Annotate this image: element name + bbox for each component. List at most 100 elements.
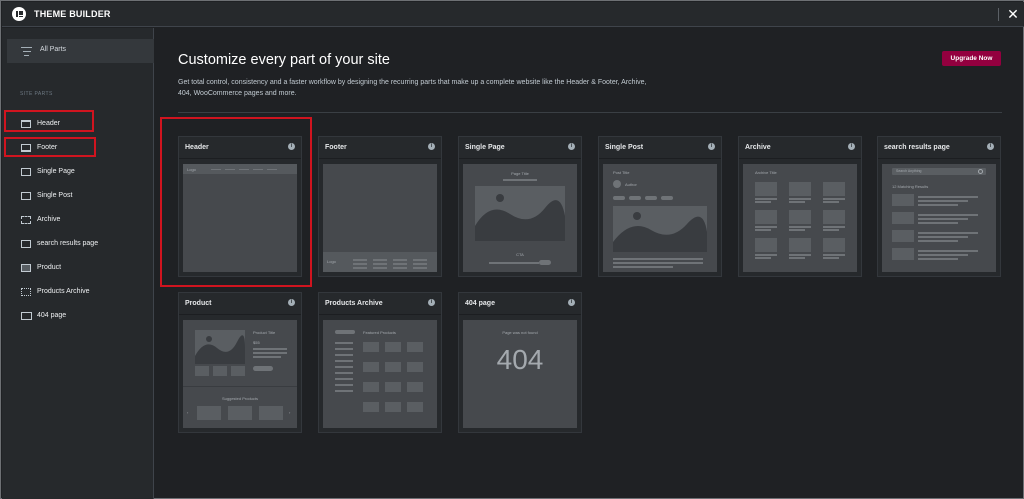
sidebar-item-label: search results page — [37, 240, 99, 247]
card-thumbnail: Post Title Author — [603, 164, 717, 272]
thumb-404-code: 404 — [496, 344, 544, 375]
products-archive-icon — [21, 288, 31, 296]
sidebar-item-search-results[interactable]: search results page — [2, 234, 154, 254]
card-thumbnail: Featured Products — [323, 320, 437, 428]
card-thumbnail: Page Title CTA — [463, 164, 577, 272]
template-card-404[interactable]: 404 page i Page was not found 404 — [458, 292, 582, 433]
thumb-title: Page was not found — [502, 330, 538, 335]
sidebar-item-single-page[interactable]: Single Page — [2, 162, 154, 182]
thumb-author: Author — [625, 182, 637, 187]
site-parts-heading: SITE PARTS — [20, 91, 53, 97]
card-title: Products Archive — [325, 300, 383, 307]
chevron-left-icon: ‹ — [187, 410, 189, 415]
template-card-footer[interactable]: Footer i Logo — [318, 136, 442, 277]
archive-icon — [21, 216, 31, 224]
landscape-image-icon — [475, 186, 565, 241]
sidebar-item-label: Single Page — [37, 168, 75, 175]
template-card-products-archive[interactable]: Products Archive i Featured Products — [318, 292, 442, 433]
single-post-icon — [21, 192, 31, 200]
thumb-logo: Logo — [327, 259, 336, 264]
info-icon[interactable]: i — [568, 143, 575, 150]
template-card-search-results[interactable]: search results page i Search Anything 12… — [877, 136, 1001, 277]
landscape-image-icon — [195, 330, 245, 364]
card-thumbnail: Search Anything 12 Matching Results — [882, 164, 996, 272]
close-button[interactable]: ✕ — [1005, 5, 1021, 23]
all-parts-button[interactable]: All Parts — [7, 39, 154, 63]
info-icon[interactable]: i — [708, 143, 715, 150]
card-title: Product — [185, 300, 212, 307]
sidebar-item-label: 404 page — [37, 312, 67, 319]
sidebar-item-archive[interactable]: Archive — [2, 210, 154, 230]
template-card-archive[interactable]: Archive i Archive Title — [738, 136, 862, 277]
thumb-results: 12 Matching Results — [892, 184, 929, 189]
chevron-right-icon: › — [289, 410, 291, 415]
sidebar-item-label: Products Archive — [37, 288, 90, 295]
elementor-logo-icon — [12, 7, 26, 21]
card-divider — [739, 158, 861, 159]
card-title: Archive — [745, 144, 771, 151]
card-divider — [179, 158, 301, 159]
card-title: Header — [185, 144, 209, 151]
header-highlight-box — [4, 110, 94, 132]
sidebar-item-label: Single Post — [37, 192, 73, 199]
thumb-title: Featured Products — [363, 330, 396, 335]
card-thumbnail: Logo — [183, 164, 297, 272]
sidebar-item-404[interactable]: 404 page — [2, 306, 154, 326]
thumb-price: $55 — [253, 340, 260, 345]
sidebar-item-product[interactable]: Product — [2, 258, 154, 278]
thumb-cta: CTA — [516, 252, 524, 257]
card-thumbnail: Product Title $55 Suggested Products ‹ › — [183, 320, 297, 428]
single-page-icon — [21, 168, 31, 176]
filter-icon — [21, 47, 32, 56]
app-title: THEME BUILDER — [34, 9, 111, 19]
404-icon — [21, 312, 32, 320]
toolbar-divider — [998, 8, 999, 21]
landscape-image-icon — [613, 206, 707, 252]
product-icon — [21, 264, 31, 272]
card-title: Footer — [325, 144, 347, 151]
info-icon[interactable]: i — [568, 299, 575, 306]
thumb-title: Archive Title — [755, 170, 777, 175]
theme-builder-window: THEME BUILDER ✕ All Parts SITE PARTS Hea… — [0, 0, 1024, 499]
thumb-logo: Logo — [187, 167, 196, 172]
card-thumbnail: Page was not found 404 — [463, 320, 577, 428]
card-title: 404 page — [465, 300, 495, 307]
info-icon[interactable]: i — [288, 299, 295, 306]
search-results-icon — [21, 240, 31, 248]
sidebar-item-single-post[interactable]: Single Post — [2, 186, 154, 206]
info-icon[interactable]: i — [428, 143, 435, 150]
card-divider — [459, 314, 581, 315]
top-bar: THEME BUILDER ✕ — [2, 2, 1024, 27]
card-title: Single Post — [605, 144, 644, 151]
card-divider — [459, 158, 581, 159]
search-icon — [978, 169, 983, 174]
card-divider — [319, 158, 441, 159]
thumb-title: Page Title — [511, 171, 529, 176]
sidebar-item-products-archive[interactable]: Products Archive — [2, 282, 154, 302]
info-icon[interactable]: i — [428, 299, 435, 306]
thumb-suggested: Suggested Products — [221, 396, 259, 401]
footer-highlight-box — [4, 137, 96, 157]
template-card-header[interactable]: Header i Logo — [178, 136, 302, 277]
template-card-product[interactable]: Product i Product Title $55 Suggested Pr… — [178, 292, 302, 433]
thumb-search: Search Anything — [896, 169, 922, 173]
card-divider — [878, 158, 1000, 159]
template-card-single-post[interactable]: Single Post i Post Title Author — [598, 136, 722, 277]
sidebar: All Parts SITE PARTS Header Footer Singl… — [2, 28, 154, 499]
page-title: Customize every part of your site — [178, 52, 390, 68]
template-card-single-page[interactable]: Single Page i Page Title CTA — [458, 136, 582, 277]
card-divider — [599, 158, 721, 159]
card-thumbnail: Logo — [323, 164, 437, 272]
info-icon[interactable]: i — [987, 143, 994, 150]
page-description: Get total control, consistency and a fas… — [178, 79, 647, 97]
card-thumbnail: Archive Title — [743, 164, 857, 272]
thumb-title: Product Title — [253, 330, 276, 335]
thumb-title: Post Title — [613, 170, 630, 175]
card-title: search results page — [884, 144, 950, 151]
upgrade-now-button[interactable]: Upgrade Now — [942, 51, 1001, 66]
info-icon[interactable]: i — [288, 143, 295, 150]
card-divider — [179, 314, 301, 315]
info-icon[interactable]: i — [848, 143, 855, 150]
all-parts-label: All Parts — [40, 46, 67, 53]
card-title: Single Page — [465, 144, 505, 151]
